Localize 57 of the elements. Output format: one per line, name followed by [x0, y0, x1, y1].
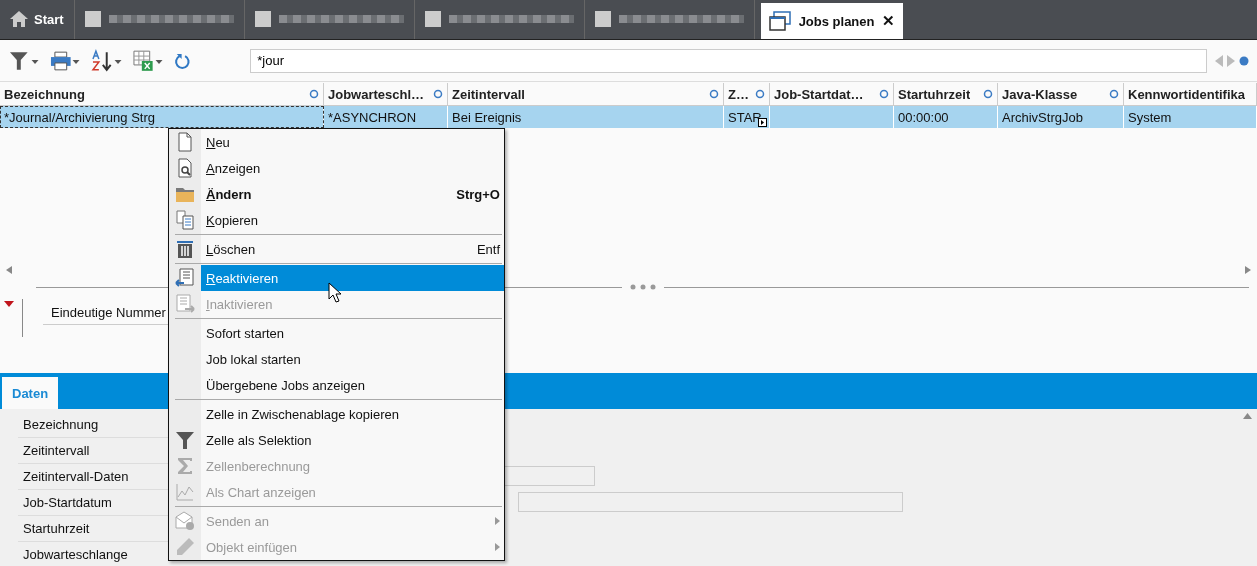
circle-icon[interactable] [709, 89, 719, 99]
circle-icon[interactable] [755, 89, 765, 99]
copy-icon [175, 210, 195, 230]
data-tab[interactable]: Daten [2, 377, 59, 409]
dot-icon [1239, 55, 1249, 66]
menu-item[interactable]: Neu [201, 129, 504, 155]
table-cell: *Journal/Archivierung Strg [4, 109, 156, 125]
menu-item[interactable]: Sofort starten [201, 320, 504, 346]
circle-icon[interactable] [1109, 89, 1119, 99]
page-icon [175, 132, 195, 152]
mouse-cursor-icon [328, 282, 342, 304]
windows-icon [768, 11, 791, 31]
menu-item[interactable]: Ändern Strg+O [201, 181, 504, 207]
document-arrow-icon [175, 294, 195, 314]
collapse-icon[interactable] [4, 301, 14, 307]
search-field[interactable]: *jour [250, 48, 1207, 73]
input-field[interactable] [518, 492, 903, 512]
menu-item[interactable]: Kopieren [201, 207, 504, 233]
circle-icon[interactable] [309, 89, 319, 99]
table-cell: ArchivStrgJob [1002, 109, 1083, 125]
column-header[interactable]: Z… [724, 83, 770, 105]
menu-item[interactable]: Job lokal starten [201, 346, 504, 372]
jobs-tab[interactable]: Jobs planen ✕ [760, 3, 904, 39]
column-header[interactable]: Job-Startdat… [770, 83, 894, 105]
menu-item[interactable]: Zelle in Zwischenablage kopieren [201, 401, 504, 427]
column-header[interactable]: Startuhrzeit [894, 83, 998, 105]
table-cell: 00:00:00 [898, 109, 949, 125]
menu-item[interactable]: Zelle als Selektion [201, 427, 504, 453]
column-header[interactable]: Bezeichnung [0, 83, 324, 105]
circle-icon[interactable] [433, 89, 443, 99]
table-cell: System [1128, 109, 1172, 125]
preview-icon [175, 158, 195, 178]
menu-item[interactable]: Anzeigen [201, 155, 504, 181]
mail-icon [175, 511, 195, 531]
table-cell: *ASYNCHRON [328, 109, 417, 125]
column-header[interactable]: Java-Klasse [998, 83, 1124, 105]
pencil-icon [175, 537, 195, 557]
menu-item[interactable]: Übergebene Jobs anzeigen [201, 372, 504, 398]
close-button[interactable]: ✕ [882, 12, 896, 30]
column-header[interactable]: Kennwortidentifika [1124, 83, 1257, 105]
sigma-icon [175, 456, 195, 476]
circle-icon[interactable] [879, 89, 889, 99]
column-header[interactable]: Zeitintervall [448, 83, 724, 105]
chart-icon [175, 482, 195, 502]
scroll-up-icon[interactable] [1243, 413, 1252, 419]
filter-icon [175, 430, 195, 450]
table-cell: Bei Ereignis [452, 109, 522, 125]
home-icon [10, 11, 28, 27]
menu-item[interactable]: Reaktivieren [201, 265, 504, 291]
document-arrow-icon [175, 268, 195, 288]
home-tab[interactable]: Start [0, 0, 75, 39]
scroll-right-icon[interactable] [1245, 266, 1251, 274]
column-header[interactable]: Jobwarteschl… [324, 83, 448, 105]
scroll-left-icon[interactable] [6, 266, 12, 274]
menu-item[interactable]: Löschen Entf [201, 236, 504, 262]
circle-icon[interactable] [983, 89, 993, 99]
trash-icon [175, 239, 195, 259]
